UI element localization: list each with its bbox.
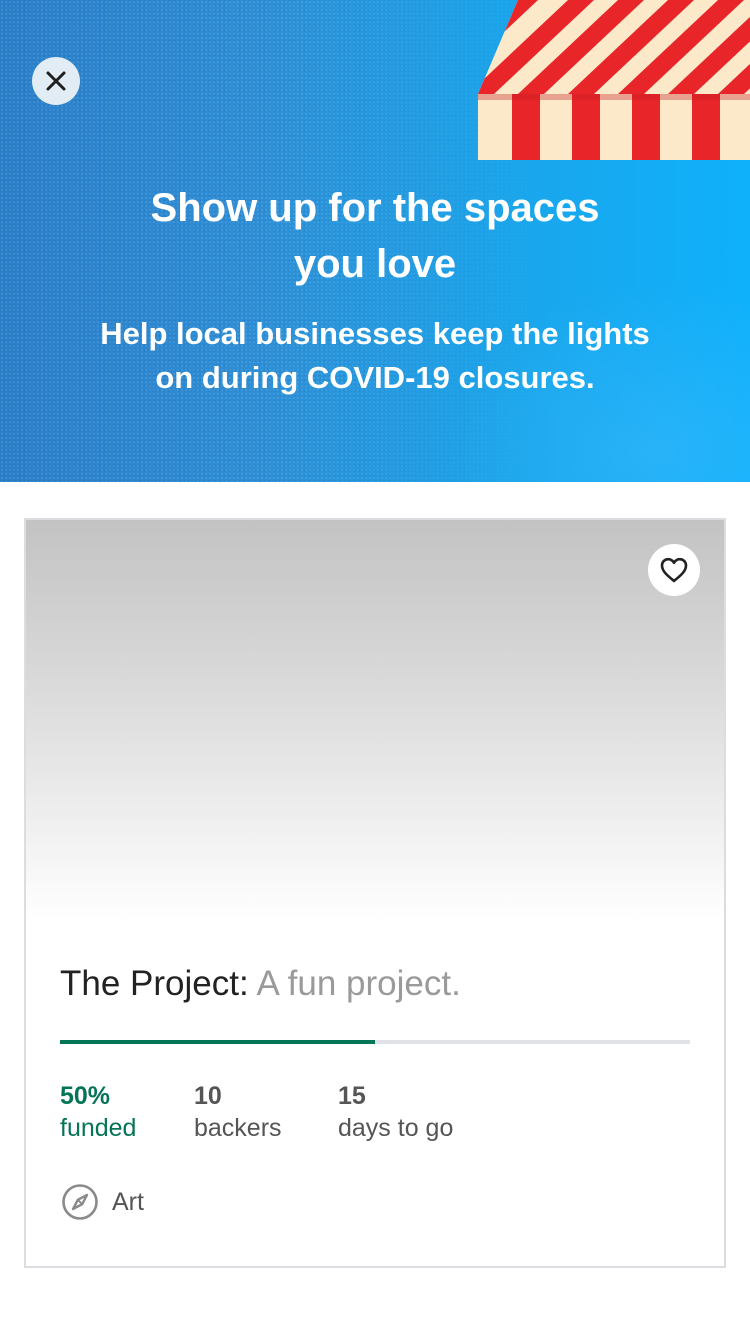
banner-subtitle-line-1: Help local businesses keep the lights bbox=[100, 316, 650, 351]
banner-title: Show up for the spaces you love bbox=[0, 180, 750, 292]
close-button[interactable] bbox=[32, 57, 80, 105]
close-icon bbox=[46, 71, 66, 91]
stat-days-to-go: 15 days to go bbox=[338, 1080, 453, 1144]
banner-subtitle-line-2: on during COVID-19 closures. bbox=[155, 360, 595, 395]
awning-illustration bbox=[478, 0, 750, 160]
banner-title-line-2: you love bbox=[293, 242, 457, 286]
project-category[interactable]: Art bbox=[60, 1182, 144, 1222]
stat-funded: 50% funded bbox=[60, 1080, 136, 1144]
banner-title-line-1: Show up for the spaces bbox=[150, 186, 600, 230]
save-project-button[interactable] bbox=[648, 544, 700, 596]
days-value: 15 bbox=[338, 1082, 366, 1110]
project-image[interactable] bbox=[26, 520, 724, 920]
heart-icon bbox=[660, 557, 688, 583]
funding-progress-bar bbox=[60, 1040, 690, 1044]
stat-backers: 10 backers bbox=[194, 1080, 282, 1144]
days-label: days to go bbox=[338, 1114, 454, 1142]
project-name: The Project: bbox=[60, 964, 249, 1003]
banner-subtitle: Help local businesses keep the lights on… bbox=[0, 312, 750, 400]
hero-banner: Show up for the spaces you love Help loc… bbox=[0, 0, 750, 482]
funded-label: funded bbox=[60, 1114, 137, 1142]
compass-icon bbox=[62, 1184, 98, 1220]
project-blurb: A fun project. bbox=[256, 964, 461, 1003]
funded-value: 50% bbox=[60, 1082, 111, 1110]
backers-label: backers bbox=[194, 1114, 282, 1142]
funding-progress-fill bbox=[60, 1040, 375, 1044]
category-label: Art bbox=[112, 1187, 144, 1216]
backers-value: 10 bbox=[194, 1082, 222, 1110]
project-title[interactable]: The Project: A fun project. bbox=[60, 962, 461, 1006]
project-card[interactable]: The Project: A fun project. 50% funded 1… bbox=[24, 518, 726, 1268]
